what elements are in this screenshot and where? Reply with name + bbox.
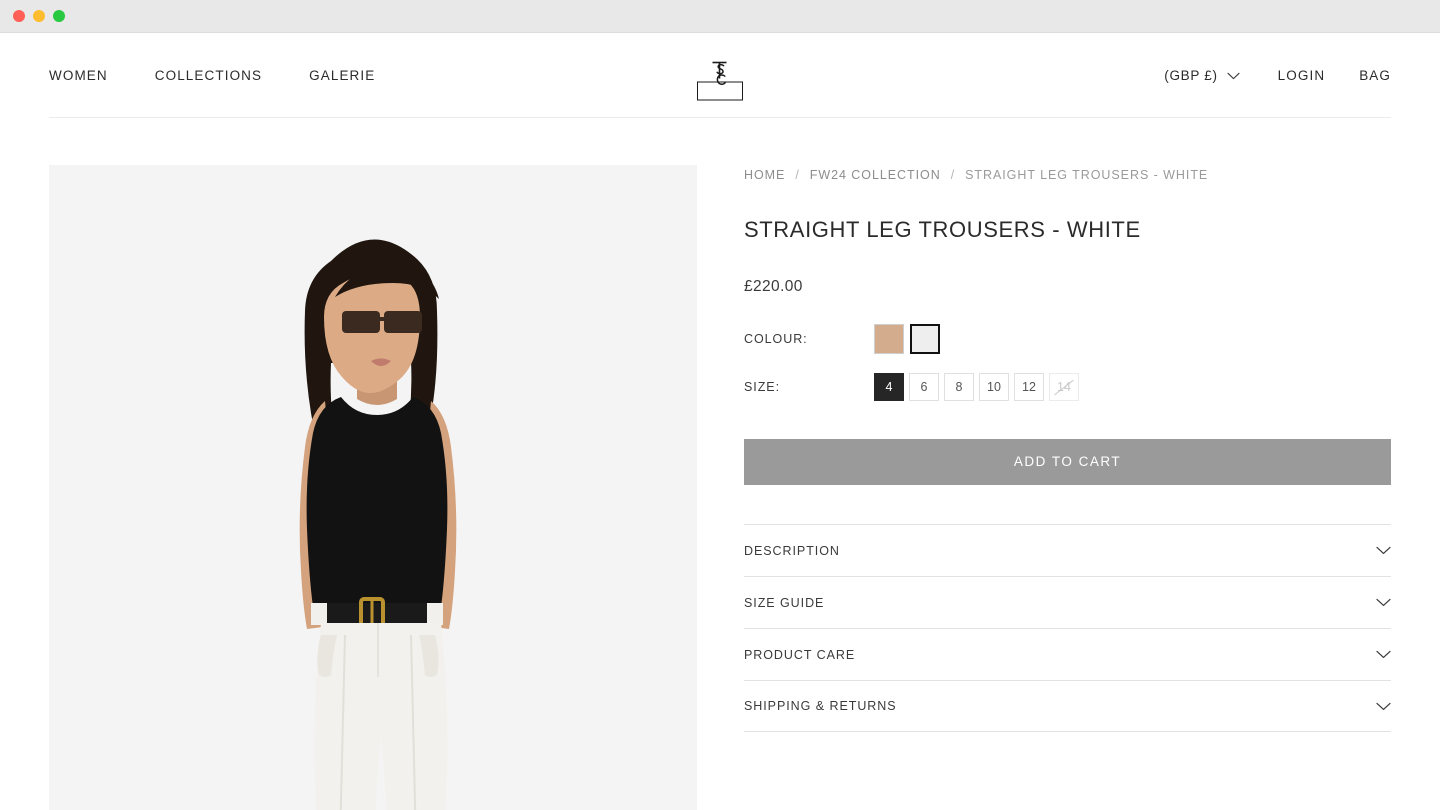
colour-label: COLOUR: xyxy=(744,332,808,346)
size-button-8[interactable]: 8 xyxy=(944,373,974,401)
accordion-size-guide[interactable]: SIZE GUIDE xyxy=(744,576,1391,628)
window-controls xyxy=(13,10,65,22)
close-button[interactable] xyxy=(13,10,25,22)
swatch-white[interactable] xyxy=(910,324,940,354)
nav-women[interactable]: WOMEN xyxy=(49,62,108,89)
breadcrumb-separator: / xyxy=(950,168,956,182)
minimize-button[interactable] xyxy=(33,10,45,22)
breadcrumb-item-home[interactable]: HOME xyxy=(744,168,785,182)
brand-logo[interactable] xyxy=(697,51,743,100)
size-button-14: 14 xyxy=(1049,373,1079,401)
chevron-down-icon xyxy=(1376,650,1391,658)
currency-selector[interactable]: (GBP £) xyxy=(1164,68,1240,83)
nav-galerie[interactable]: GALERIE xyxy=(309,62,375,89)
site-header: WOMEN COLLECTIONS GALERIE (GBP £) LOGIN … xyxy=(0,33,1440,118)
maximize-button[interactable] xyxy=(53,10,65,22)
accordion-label: PRODUCT CARE xyxy=(744,647,856,662)
size-selector: 4 6 8 10 12 14 xyxy=(874,373,1079,401)
colour-swatches xyxy=(874,324,940,354)
window-titlebar xyxy=(0,0,1440,33)
size-button-6[interactable]: 6 xyxy=(909,373,939,401)
chevron-down-icon xyxy=(1376,598,1391,606)
breadcrumb: HOME / FW24 COLLECTION / STRAIGHT LEG TR… xyxy=(744,168,1391,182)
chevron-down-icon xyxy=(1376,546,1391,554)
product-model-illustration xyxy=(49,165,697,810)
page-title: STRAIGHT LEG TROUSERS - WHITE xyxy=(744,217,1141,242)
product-details: HOME / FW24 COLLECTION / STRAIGHT LEG TR… xyxy=(744,165,1391,732)
nav-collections[interactable]: COLLECTIONS xyxy=(155,62,262,89)
page-viewport: WOMEN COLLECTIONS GALERIE (GBP £) LOGIN … xyxy=(0,33,1440,810)
size-option-row: SIZE: 4 6 8 10 12 14 xyxy=(744,373,1391,401)
add-to-cart-button[interactable]: ADD TO CART xyxy=(744,439,1391,485)
product-price: £220.00 xyxy=(744,278,803,295)
bag-link[interactable]: BAG xyxy=(1359,62,1391,89)
size-button-4[interactable]: 4 xyxy=(874,373,904,401)
breadcrumb-item-collection[interactable]: FW24 COLLECTION xyxy=(810,168,941,182)
accordion-product-care[interactable]: PRODUCT CARE xyxy=(744,628,1391,680)
chevron-down-icon xyxy=(1376,702,1391,710)
size-label: SIZE: xyxy=(744,380,781,394)
breadcrumb-item-current: STRAIGHT LEG TROUSERS - WHITE xyxy=(965,168,1209,182)
product-info-accordions: DESCRIPTION SIZE GUIDE PRODUCT CARE SHIP… xyxy=(744,524,1391,732)
brand-logo-box xyxy=(697,61,743,100)
product-image[interactable] xyxy=(49,165,697,810)
size-button-12[interactable]: 12 xyxy=(1014,373,1044,401)
accordion-label: DESCRIPTION xyxy=(744,543,840,558)
primary-navigation: WOMEN COLLECTIONS GALERIE xyxy=(49,62,422,89)
accordion-shipping-returns[interactable]: SHIPPING & RETURNS xyxy=(744,680,1391,732)
accordion-label: SHIPPING & RETURNS xyxy=(744,699,897,713)
colour-option-row: COLOUR: xyxy=(744,324,1391,354)
swatch-tan[interactable] xyxy=(874,324,904,354)
product-page-main: HOME / FW24 COLLECTION / STRAIGHT LEG TR… xyxy=(0,118,1440,810)
currency-label: (GBP £) xyxy=(1164,68,1218,83)
header-divider xyxy=(49,117,1391,118)
login-link[interactable]: LOGIN xyxy=(1278,62,1326,89)
tsc-monogram-icon xyxy=(712,61,727,85)
accordion-description[interactable]: DESCRIPTION xyxy=(744,524,1391,576)
breadcrumb-separator: / xyxy=(795,168,800,182)
accordion-label: SIZE GUIDE xyxy=(744,595,825,610)
size-button-10[interactable]: 10 xyxy=(979,373,1009,401)
chevron-down-icon xyxy=(1227,72,1240,79)
secondary-navigation: (GBP £) LOGIN BAG xyxy=(1164,62,1391,89)
